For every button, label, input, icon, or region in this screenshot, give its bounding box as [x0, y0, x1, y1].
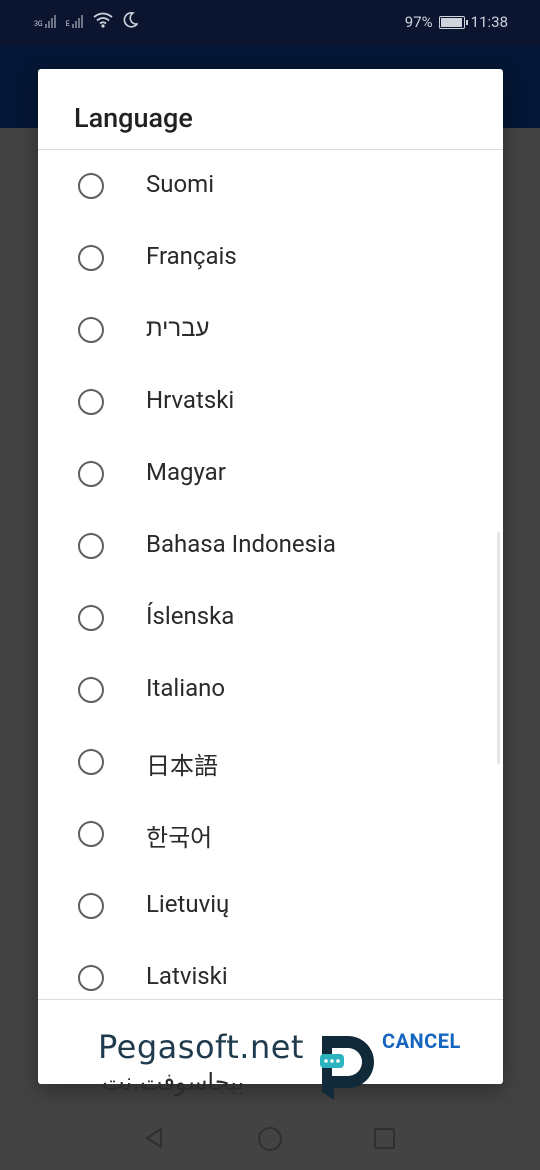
recents-icon[interactable]: [374, 1128, 395, 1149]
language-option[interactable]: 日本語: [38, 726, 503, 798]
radio-button[interactable]: [78, 173, 104, 199]
language-option[interactable]: Lietuvių: [38, 870, 503, 942]
language-option-label: Bahasa Indonesia: [146, 530, 336, 558]
language-option-label: Magyar: [146, 458, 226, 486]
status-right: 97% 11:38: [405, 13, 508, 31]
radio-button[interactable]: [78, 821, 104, 847]
radio-button[interactable]: [78, 749, 104, 775]
battery-percent: 97%: [404, 13, 433, 31]
language-option-label: Français: [146, 242, 237, 270]
watermark-subtext: بیجاسوفت.نت: [102, 1068, 245, 1096]
language-option-label: Latviski: [146, 962, 228, 990]
language-option[interactable]: Bahasa Indonesia: [38, 510, 503, 582]
radio-button[interactable]: [78, 461, 104, 487]
radio-button[interactable]: [78, 389, 104, 415]
language-option[interactable]: Íslenska: [38, 582, 503, 654]
do-not-disturb-moon-icon: [123, 12, 138, 28]
language-option[interactable]: עברית: [38, 294, 503, 366]
wifi-icon: [93, 12, 113, 28]
language-option-label: Italiano: [146, 674, 226, 702]
watermark-text: Pegasoft.net: [98, 1028, 304, 1066]
language-option[interactable]: 한국어: [38, 798, 503, 870]
language-option-label: 한국어: [146, 824, 213, 852]
language-option[interactable]: Magyar: [38, 438, 503, 510]
clock: 11:38: [470, 13, 508, 31]
network-type-label: 3G: [34, 20, 43, 28]
back-icon[interactable]: [143, 1126, 165, 1150]
radio-button[interactable]: [78, 317, 104, 343]
language-option-label: Íslenska: [146, 602, 235, 630]
radio-button[interactable]: [78, 677, 104, 703]
cell-signal-icon: 3G: [34, 14, 56, 28]
battery-icon: [438, 15, 468, 29]
language-option[interactable]: Latviski: [38, 942, 503, 999]
list-scrollbar[interactable]: [497, 532, 500, 764]
language-option-label: 日本語: [146, 752, 218, 780]
language-list[interactable]: Suomi Français עברית Hrvatski Magyar Bah…: [38, 150, 503, 999]
language-option-label: Suomi: [146, 170, 215, 198]
language-option[interactable]: Hrvatski: [38, 366, 503, 438]
language-dialog: Language Suomi Français עברית Hrvatski M…: [38, 69, 503, 1084]
language-option[interactable]: Suomi: [38, 150, 503, 222]
radio-button[interactable]: [78, 533, 104, 559]
watermark-logo-icon: [320, 1036, 374, 1100]
language-option-label: עברית: [146, 314, 210, 342]
language-option-label: Lietuvių: [146, 890, 230, 918]
network-type-label-2: E: [65, 20, 70, 28]
language-option-label: Hrvatski: [146, 386, 235, 414]
cell-signal-2-icon: E: [66, 14, 83, 28]
radio-button[interactable]: [78, 245, 104, 271]
system-nav-bar: [0, 1108, 540, 1170]
radio-button[interactable]: [78, 893, 104, 919]
language-option[interactable]: Italiano: [38, 654, 503, 726]
language-option[interactable]: Français: [38, 222, 503, 294]
home-icon[interactable]: [258, 1127, 282, 1151]
dialog-title: Language: [74, 102, 193, 134]
radio-button[interactable]: [78, 965, 104, 991]
status-left: 3G E: [34, 12, 138, 28]
status-bar: 3G E 97% 11:38: [0, 0, 540, 46]
actions-divider: [38, 999, 503, 1000]
radio-button[interactable]: [78, 605, 104, 631]
